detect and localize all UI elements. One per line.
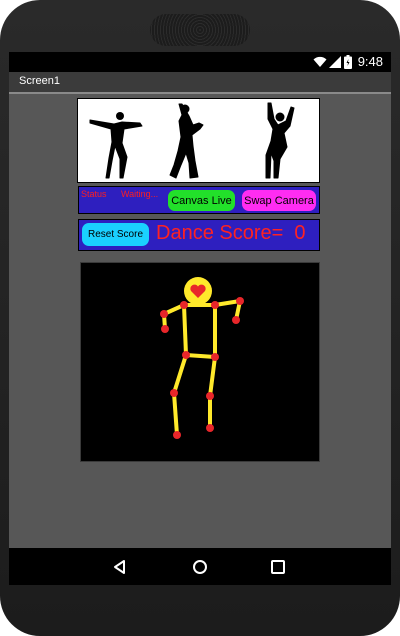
navigation-bar (9, 548, 391, 585)
joint-right-ankle (206, 424, 214, 432)
dance-score-value: 0 (294, 222, 306, 244)
battery-icon (344, 55, 352, 69)
pose-canvas[interactable] (80, 262, 320, 462)
status-bar: 9:48 (9, 52, 391, 72)
joint-right-elbow (236, 297, 244, 305)
phone-frame: 9:48 Screen1 Status Waiting... Canvas Li… (0, 0, 400, 636)
speaker-grille (150, 14, 250, 46)
bone-hips (184, 353, 217, 359)
canvas-live-button[interactable]: Canvas Live (168, 190, 235, 211)
dance-score: Dance Score= 0 (156, 222, 306, 245)
joint-right-wrist (232, 316, 240, 324)
bone-right-thigh (208, 355, 217, 398)
dancer-silhouette-middle (169, 103, 204, 179)
title-bar: Screen1 (9, 72, 391, 94)
joint-left-knee (170, 389, 178, 397)
app-content: Status Waiting... Canvas Live Swap Camer… (9, 94, 391, 548)
back-icon[interactable] (109, 556, 131, 578)
joint-right-hip (211, 353, 219, 361)
swap-camera-button[interactable]: Swap Camera (242, 190, 316, 211)
pose-skeleton (162, 299, 242, 437)
pose-joints (160, 297, 244, 439)
bone-left-torso (182, 303, 188, 357)
dance-score-label: Dance Score= (156, 222, 284, 244)
signal-icon (329, 56, 341, 68)
reset-score-button[interactable]: Reset Score (82, 223, 149, 246)
clock: 9:48 (357, 54, 383, 69)
dancer-silhouette-right (265, 102, 295, 179)
screen-title: Screen1 (19, 75, 60, 87)
joint-right-knee (206, 392, 214, 400)
status-label: Status (81, 189, 107, 199)
joint-left-hip (182, 351, 190, 359)
joint-left-elbow (160, 310, 168, 318)
joint-left-ankle (173, 431, 181, 439)
joint-right-shoulder (211, 301, 219, 309)
screen: 9:48 Screen1 Status Waiting... Canvas Li… (9, 52, 391, 585)
recents-icon[interactable] (267, 556, 289, 578)
dancers-image (77, 98, 320, 183)
wifi-icon (313, 56, 327, 67)
bone-left-shin (172, 391, 179, 437)
status-row: Status Waiting... Canvas Live Swap Camer… (78, 186, 320, 214)
dancer-silhouette-left (89, 112, 143, 179)
bone-left-thigh (172, 353, 188, 395)
score-row: Reset Score Dance Score= 0 (78, 219, 320, 251)
status-value: Waiting... (121, 189, 159, 199)
joint-left-shoulder (180, 301, 188, 309)
joint-left-wrist (161, 325, 169, 333)
home-icon[interactable] (189, 556, 211, 578)
